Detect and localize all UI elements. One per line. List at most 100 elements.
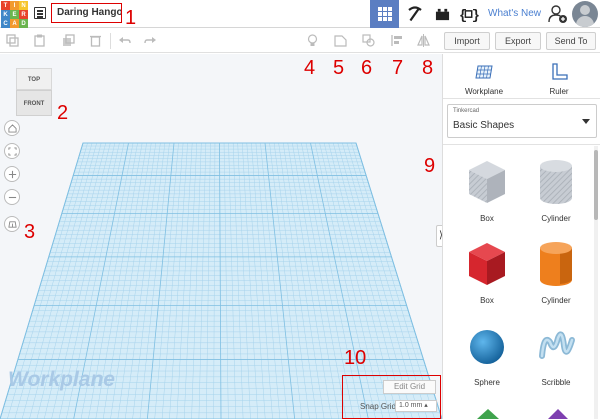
mirror-icon xyxy=(417,34,430,47)
ungroup-button[interactable] xyxy=(362,34,375,47)
cylinder-hole-icon xyxy=(540,160,572,204)
logo-letter: R xyxy=(19,10,28,19)
home-icon xyxy=(7,123,17,133)
cone-icon xyxy=(548,409,568,419)
whats-new-link[interactable]: What's New xyxy=(488,8,541,19)
shape-box-hole[interactable]: Box xyxy=(452,156,522,234)
annotation-number: 10 xyxy=(344,347,367,369)
perspective-button[interactable] xyxy=(4,216,20,232)
edit-toolbar: Import Export Send To xyxy=(0,29,600,53)
annotation-number: 3 xyxy=(24,221,36,243)
workplane-label: Workplane xyxy=(8,368,115,391)
shapes-scrollbar-thumb[interactable] xyxy=(594,150,598,220)
annotation-number: 6 xyxy=(361,57,373,79)
view-cube-top[interactable]: TOP xyxy=(16,68,52,90)
align-button[interactable] xyxy=(390,34,403,47)
align-icon xyxy=(391,35,402,46)
annotation-number: 7 xyxy=(392,57,404,79)
logo-letter: T xyxy=(1,1,10,10)
grid-view-icon xyxy=(377,7,392,21)
user-avatar[interactable] xyxy=(572,1,598,27)
delete-button[interactable] xyxy=(89,34,102,47)
send-to-button[interactable]: Send To xyxy=(546,32,596,50)
shape-cylinder-hole[interactable]: Cylinder xyxy=(521,156,591,234)
zoom-in-button[interactable] xyxy=(4,166,20,182)
shape-box[interactable]: Box xyxy=(452,238,522,316)
trash-icon xyxy=(90,35,101,47)
codeblocks-view-button[interactable]: { } xyxy=(456,0,482,28)
fit-view-button[interactable] xyxy=(4,143,20,159)
shape-label: Box xyxy=(480,214,494,223)
paste-button[interactable] xyxy=(33,34,46,47)
add-user-icon xyxy=(548,5,567,23)
shape-scribble[interactable]: Scribble xyxy=(521,320,591,398)
toolbar-divider xyxy=(110,33,111,49)
shape-label: Box xyxy=(480,296,494,305)
tinkercad-logo[interactable]: T I N K E R C A D xyxy=(1,1,28,28)
workplane-icon xyxy=(475,65,493,79)
copy-button[interactable] xyxy=(6,34,19,47)
scribble-icon xyxy=(539,331,575,359)
shape-library-select[interactable]: Tinkercad Basic Shapes xyxy=(447,104,597,138)
shape-cone-partial[interactable] xyxy=(543,406,573,419)
shape-cylinder[interactable]: Cylinder xyxy=(521,238,591,316)
design-list-icon[interactable] xyxy=(34,7,46,19)
shape-pyramid-partial[interactable] xyxy=(473,406,503,419)
workplane-tool-label: Workplane xyxy=(464,87,504,96)
fit-all-icon xyxy=(7,146,17,156)
plus-icon xyxy=(8,170,16,178)
snap-grid-select[interactable]: 1.0 mm ▴ xyxy=(395,400,437,412)
logo-letter: A xyxy=(10,19,19,28)
code-braces-icon: { } xyxy=(459,9,479,23)
paste-icon xyxy=(34,34,45,47)
bricks-view-button[interactable] xyxy=(430,0,454,28)
panel-divider xyxy=(443,98,600,99)
ruler-tool-label: Ruler xyxy=(549,87,569,96)
panel-divider xyxy=(443,144,600,145)
group-button[interactable] xyxy=(334,34,347,47)
view-cube-front[interactable]: FRONT xyxy=(16,90,52,116)
mirror-button[interactable] xyxy=(417,34,430,47)
logo-letter: N xyxy=(19,1,28,10)
import-button[interactable]: Import xyxy=(444,32,490,50)
shape-label: Cylinder xyxy=(541,296,571,305)
light-bulb-icon xyxy=(307,34,318,46)
edit-grid-button[interactable]: Edit Grid xyxy=(383,380,436,394)
workplane-tool-button[interactable]: Workplane xyxy=(454,62,514,96)
ruler-tool-button[interactable]: Ruler xyxy=(529,62,589,96)
annotation-number: 5 xyxy=(333,57,345,79)
add-user-button[interactable] xyxy=(548,4,568,24)
ruler-icon xyxy=(552,63,568,80)
shapes-panel: Workplane Ruler Tinkercad Basic Shapes B… xyxy=(442,54,600,419)
logo-letter: D xyxy=(19,19,28,28)
undo-button[interactable] xyxy=(118,34,131,47)
logo-letter: C xyxy=(1,19,10,28)
redo-button[interactable] xyxy=(144,34,157,47)
undo-icon xyxy=(119,37,131,44)
svg-text:}: } xyxy=(472,9,479,23)
box-icon xyxy=(469,243,505,285)
shape-library-category: Tinkercad xyxy=(453,108,480,114)
duplicate-icon xyxy=(63,34,75,46)
copy-icon xyxy=(6,34,19,47)
shape-label: Cylinder xyxy=(541,214,571,223)
home-view-button[interactable] xyxy=(4,120,20,136)
design-title[interactable]: Daring Hango xyxy=(51,3,122,23)
sphere-icon xyxy=(470,330,504,364)
redo-icon xyxy=(144,37,156,44)
annotation-number: 9 xyxy=(424,155,436,177)
top-bar: T I N K E R C A D Daring Hango {What's … xyxy=(0,0,600,28)
shape-sphere[interactable]: Sphere xyxy=(452,320,522,398)
view-cube[interactable]: TOP FRONT xyxy=(16,68,52,116)
perspective-icon xyxy=(7,220,17,228)
zoom-out-button[interactable] xyxy=(4,189,20,205)
shape-label: Sphere xyxy=(474,378,500,387)
light-bulb-button[interactable] xyxy=(306,34,319,47)
3d-design-view-button[interactable] xyxy=(370,0,399,28)
annotation-number: 4 xyxy=(304,57,316,79)
duplicate-button[interactable] xyxy=(62,34,75,47)
annotation-number: 1 xyxy=(125,7,137,29)
pickaxe-view-button[interactable] xyxy=(402,0,428,28)
group-icon xyxy=(334,35,347,47)
export-button[interactable]: Export xyxy=(495,32,541,50)
